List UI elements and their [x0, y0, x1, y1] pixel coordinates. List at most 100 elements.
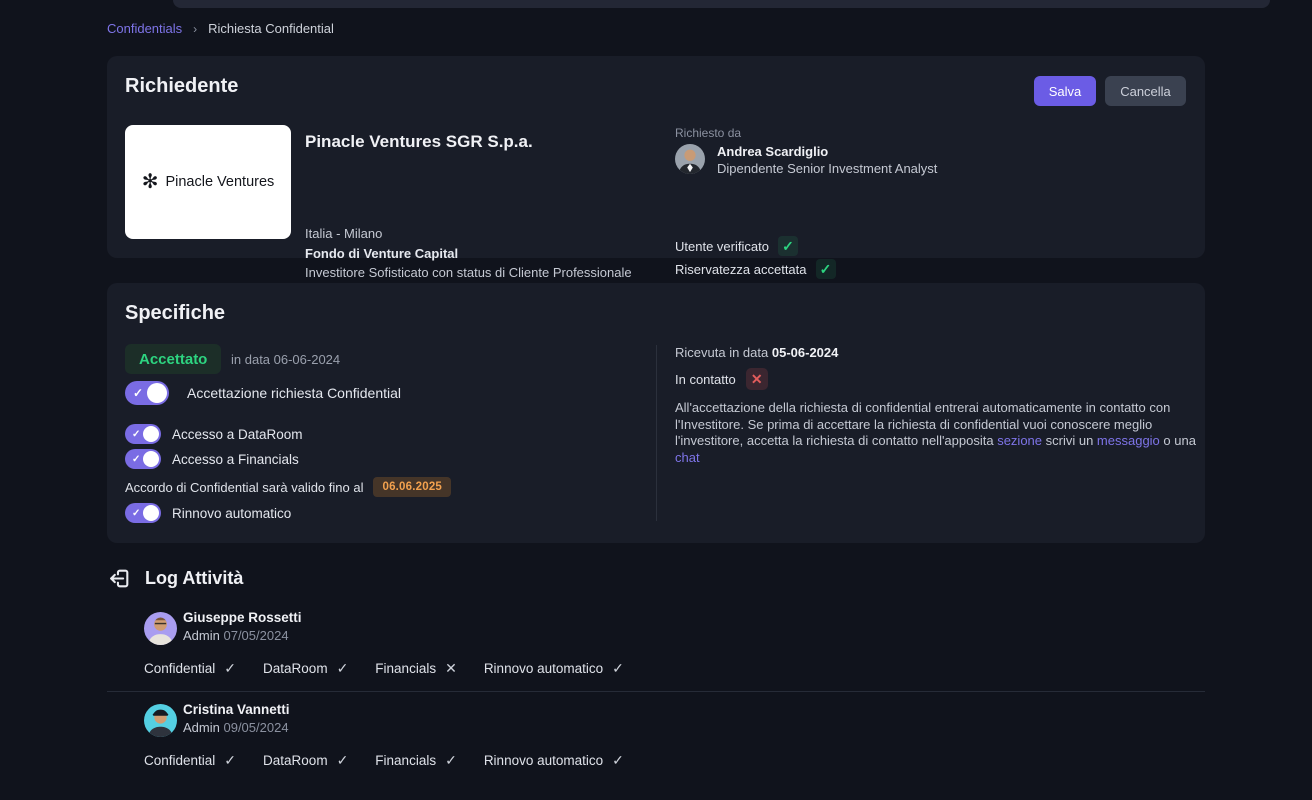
status-label: Confidential — [144, 661, 216, 676]
status-financials: Financials ✕ — [375, 660, 457, 677]
log-header: Log Attività — [107, 566, 243, 591]
top-panel-edge — [173, 0, 1270, 8]
flower-icon: ✻ — [141, 171, 159, 193]
requested-by-label: Richiesto da — [675, 126, 742, 140]
cancel-button[interactable]: Cancella — [1105, 76, 1186, 106]
cross-icon: ✕ — [445, 660, 457, 676]
status-date: in data 06-06-2024 — [231, 352, 341, 367]
check-icon: ✓ — [815, 259, 836, 279]
status-renewal: Rinnovo automatico ✓ — [484, 752, 624, 769]
renewal-toggle[interactable]: ✓ — [125, 503, 161, 523]
specifiche-title: Specifiche — [125, 302, 226, 324]
breadcrumb-current-page: Richiesta Confidential — [208, 21, 334, 36]
in-contact-label: In contatto — [675, 371, 736, 387]
requested-by-role: Dipendente Senior Investment Analyst — [717, 161, 938, 176]
company-logo-text: Pinacle Ventures — [165, 174, 275, 190]
log-entry-statuses: Confidential ✓ DataRoom ✓ Financials ✕ R… — [144, 660, 624, 677]
chevron-right-icon: › — [193, 21, 198, 36]
check-icon: ✓ — [224, 752, 237, 768]
person-photo-icon — [144, 704, 177, 737]
validity-date-badge[interactable]: 06.06.2025 — [373, 477, 452, 497]
status-confidential: Confidential ✓ — [144, 752, 236, 769]
acceptance-toggle[interactable]: ✓ — [125, 381, 169, 405]
user-verified-row: Utente verificato ✓ — [675, 236, 798, 256]
toggle-row-acceptance: ✓ Accettazione richiesta Confidential — [125, 381, 401, 405]
status-badge: Accettato — [125, 344, 222, 374]
financials-toggle[interactable]: ✓ — [125, 449, 161, 469]
status-confidential: Confidential ✓ — [144, 660, 236, 677]
received-date-line: Ricevuta in data 05-06-2024 — [675, 345, 838, 360]
company-location: Italia - Milano — [305, 226, 383, 241]
privacy-accepted-row: Riservatezza accettata ✓ — [675, 259, 836, 279]
status-label: Confidential — [144, 753, 216, 768]
status-financials: Financials ✓ — [375, 752, 457, 769]
received-label: Ricevuta in data — [675, 345, 769, 360]
avatar-giuseppe-rossetti — [144, 612, 177, 645]
user-verified-label: Utente verificato — [675, 238, 769, 254]
status-label: Financials — [375, 661, 437, 676]
received-date: 05-06-2024 — [771, 345, 839, 360]
status-label: Rinnovo automatico — [483, 753, 604, 768]
person-photo-icon — [144, 612, 177, 645]
breadcrumb-link-confidentials[interactable]: Confidentials — [107, 21, 182, 36]
log-entry-date: 09/05/2024 — [223, 720, 289, 735]
log-entry-role: Admin — [183, 628, 220, 643]
status-dataroom: DataRoom ✓ — [263, 660, 348, 677]
toggle-knob — [147, 383, 167, 403]
person-photo-icon — [675, 144, 705, 174]
status-dataroom: DataRoom ✓ — [263, 752, 348, 769]
activity-log-icon — [110, 569, 129, 588]
validity-row: Accordo di Confidential sarà valido fino… — [125, 477, 452, 497]
avatar-andrea-scardiglio — [675, 144, 705, 174]
save-button[interactable]: Salva — [1034, 76, 1096, 106]
log-title: Log Attività — [145, 568, 244, 588]
company-logo: ✻ Pinacle Ventures — [125, 125, 291, 239]
log-entry-name: Cristina Vannetti — [183, 702, 290, 717]
check-icon: ✓ — [336, 752, 349, 768]
breadcrumb: Confidentials › Richiesta Confidential — [107, 21, 334, 36]
company-fund-type: Fondo di Venture Capital — [305, 246, 459, 261]
status-label: Rinnovo automatico — [483, 661, 604, 676]
status-label: DataRoom — [263, 753, 328, 768]
acceptance-toggle-label: Accettazione richiesta Confidential — [187, 385, 402, 401]
check-icon: ✓ — [224, 660, 237, 676]
privacy-accepted-label: Riservatezza accettata — [675, 261, 807, 277]
log-entry-name: Giuseppe Rossetti — [183, 610, 302, 625]
section-link[interactable]: sezione — [997, 433, 1042, 448]
log-entry-meta: Admin 09/05/2024 — [183, 720, 289, 735]
check-icon: ✓ — [133, 386, 144, 400]
requested-by-name: Andrea Scardiglio — [717, 144, 829, 159]
note-text-2: scrivi un — [1042, 433, 1097, 448]
log-divider — [107, 691, 1205, 692]
avatar-cristina-vannetti — [144, 704, 177, 737]
check-icon: ✓ — [336, 660, 349, 676]
company-name: Pinacle Ventures SGR S.p.a. — [305, 132, 533, 151]
check-icon: ✓ — [132, 453, 141, 465]
log-entry-role: Admin — [183, 720, 220, 735]
specifiche-card: Specifiche Accettato in data 06-06-2024 … — [107, 283, 1205, 543]
check-icon: ✓ — [612, 752, 624, 768]
note-text-3: o una — [1159, 433, 1196, 448]
in-contact-row: In contatto ✕ — [675, 368, 768, 390]
toggle-knob — [143, 505, 159, 521]
status-renewal: Rinnovo automatico ✓ — [484, 660, 624, 677]
check-icon: ✓ — [132, 428, 141, 440]
log-entry-date: 07/05/2024 — [223, 628, 289, 643]
richiedente-title: Richiedente — [125, 75, 239, 97]
toggle-knob — [143, 426, 159, 442]
vertical-divider — [656, 345, 657, 521]
toggle-row-financials: ✓ Accesso a Financials — [125, 449, 299, 469]
log-entry-meta: Admin 07/05/2024 — [183, 628, 289, 643]
check-icon: ✓ — [132, 507, 141, 519]
chat-link[interactable]: chat — [675, 450, 700, 465]
log-entry-statuses: Confidential ✓ DataRoom ✓ Financials ✓ R… — [144, 752, 624, 769]
renewal-toggle-label: Rinnovo automatico — [172, 505, 292, 521]
validity-label: Accordo di Confidential sarà valido fino… — [125, 479, 364, 495]
dataroom-toggle[interactable]: ✓ — [125, 424, 161, 444]
toggle-row-renewal: ✓ Rinnovo automatico — [125, 503, 291, 523]
check-icon: ✓ — [445, 752, 457, 768]
financials-toggle-label: Accesso a Financials — [172, 451, 299, 467]
message-link[interactable]: messaggio — [1097, 433, 1160, 448]
cross-icon: ✕ — [745, 368, 768, 390]
check-icon: ✓ — [777, 236, 798, 256]
